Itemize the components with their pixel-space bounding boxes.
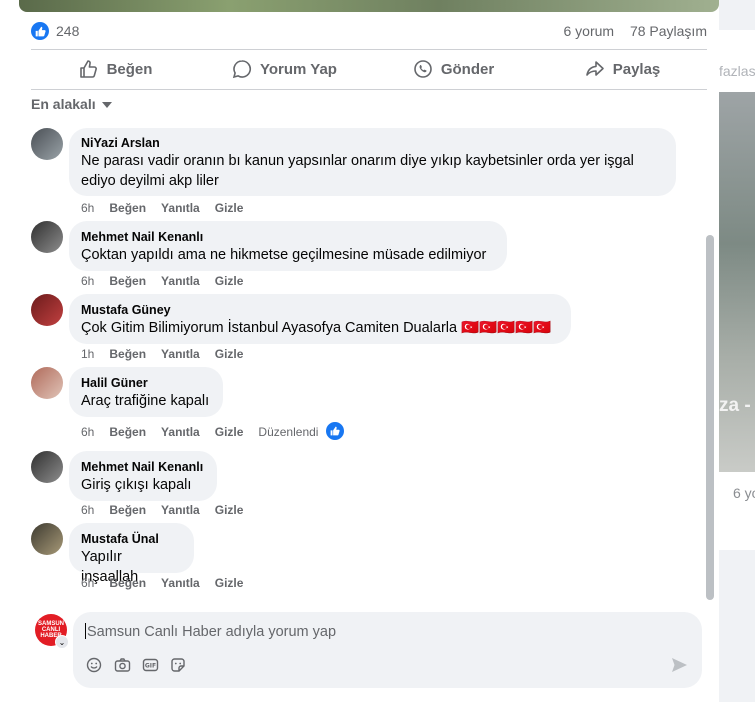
comment-sort-label: En alakalı bbox=[31, 96, 96, 112]
comment-placeholder-text: Samsun Canlı Haber adıyla yorum yap bbox=[87, 624, 337, 640]
post-image-bottom-edge bbox=[19, 0, 719, 12]
comment-like-link[interactable]: Beğen bbox=[109, 576, 146, 590]
comment-time[interactable]: 6h bbox=[81, 576, 94, 590]
comment-edited-label[interactable]: Düzenlendi bbox=[258, 425, 318, 439]
like-reaction-icon[interactable] bbox=[31, 22, 49, 40]
comment-hide-link[interactable]: Gizle bbox=[215, 503, 244, 517]
comment-hide-link[interactable]: Gizle bbox=[215, 347, 244, 361]
background-more-text: fazlas bbox=[719, 63, 755, 79]
share-icon bbox=[585, 61, 604, 76]
chevron-down-icon[interactable]: ⌄ bbox=[55, 635, 69, 649]
thumbs-up-icon bbox=[79, 60, 97, 78]
comment-meta: 1h Beğen Yanıtla Gizle bbox=[81, 347, 258, 361]
comment-text-line: Çok Gitim Bilimiyorum İstanbul Ayasofya … bbox=[81, 320, 552, 336]
comment-like-link[interactable]: Beğen bbox=[109, 503, 146, 517]
comment-like-link[interactable]: Beğen bbox=[109, 425, 146, 439]
comment-reply-link[interactable]: Yanıtla bbox=[161, 201, 200, 215]
comment-count-link[interactable]: 6 yorum bbox=[563, 23, 614, 39]
comment-text-line: Ne parası vadir oranın bı kanun yapsınla… bbox=[81, 153, 634, 169]
comment-hide-link[interactable]: Gizle bbox=[215, 425, 244, 439]
like-button[interactable]: Beğen bbox=[31, 50, 200, 88]
comment-reply-link[interactable]: Yanıtla bbox=[161, 503, 200, 517]
text-cursor bbox=[85, 623, 86, 639]
gif-icon[interactable]: GIF bbox=[141, 656, 159, 674]
comment-input-placeholder: Samsun Canlı Haber adıyla yorum yap bbox=[85, 623, 336, 640]
comment-bubble: Mustafa Güney Çok Gitim Bilimiyorum İsta… bbox=[69, 294, 571, 344]
comment-input[interactable]: Samsun Canlı Haber adıyla yorum yap GIF bbox=[73, 612, 702, 688]
comment-like-link[interactable]: Beğen bbox=[109, 274, 146, 288]
comment-text-line: ediyo deyilmi akp liler bbox=[81, 173, 219, 189]
send-button-label: Gönder bbox=[440, 60, 495, 78]
avatar[interactable] bbox=[31, 367, 63, 399]
like-button-label: Beğen bbox=[106, 60, 153, 78]
comment-reply-link[interactable]: Yanıtla bbox=[161, 576, 200, 590]
comment-reply-link[interactable]: Yanıtla bbox=[161, 347, 200, 361]
comment-button-label: Yorum Yap bbox=[260, 60, 337, 78]
comment-text-line: Çoktan yapıldı ama ne hikmetse geçilmesi… bbox=[81, 247, 487, 263]
comment-hide-link[interactable]: Gizle bbox=[215, 576, 244, 590]
post-panel: 248 6 yorum 78 Paylaşım Beğen Yorum Yap … bbox=[19, 0, 719, 702]
actions-divider bbox=[31, 89, 707, 90]
comment-text-line: Giriş çıkışı kapalı bbox=[81, 477, 192, 493]
comments-scrollbar[interactable] bbox=[706, 235, 714, 600]
comment-meta: 6h Beğen Yanıtla Gizle bbox=[81, 576, 258, 590]
comment-bubble: Mustafa Ünal Yapılır inşaallah bbox=[69, 523, 194, 585]
comment-bubble: NiYazi Arslan Ne parası vadir oranın bı … bbox=[69, 128, 676, 196]
svg-text:GIF: GIF bbox=[144, 663, 155, 670]
comment-reply-link[interactable]: Yanıtla bbox=[161, 274, 200, 288]
send-comment-icon[interactable] bbox=[670, 656, 688, 674]
camera-icon[interactable] bbox=[113, 656, 131, 674]
share-button[interactable]: Paylaş bbox=[538, 50, 707, 88]
whatsapp-icon bbox=[414, 60, 432, 78]
comment-bubble: Mehmet Nail Kenanlı Giriş çıkışı kapalı bbox=[69, 451, 217, 501]
comment-author[interactable]: Mehmet Nail Kenanlı bbox=[81, 459, 205, 475]
comment-author[interactable]: Mustafa Ünal bbox=[81, 531, 182, 547]
comment-meta: 6h Beğen Yanıtla Gizle bbox=[81, 503, 258, 517]
comment-hide-link[interactable]: Gizle bbox=[215, 201, 244, 215]
comment-meta: 6h Beğen Yanıtla Gizle Düzenlendi bbox=[81, 425, 333, 439]
comment-author[interactable]: Mustafa Güney bbox=[81, 302, 559, 318]
like-reaction-icon[interactable] bbox=[325, 421, 345, 441]
comment-bubble: Mehmet Nail Kenanlı Çoktan yapıldı ama n… bbox=[69, 221, 507, 271]
comment-hide-link[interactable]: Gizle bbox=[215, 274, 244, 288]
comment-author[interactable]: Halil Güner bbox=[81, 375, 211, 391]
left-background-strip bbox=[0, 0, 19, 702]
right-background-feed: fazlas za - 6 yo bbox=[719, 0, 755, 702]
background-photo-caption: za - bbox=[719, 395, 751, 416]
comment-icon bbox=[232, 60, 251, 79]
comment-button[interactable]: Yorum Yap bbox=[200, 50, 369, 88]
comment-time[interactable]: 6h bbox=[81, 425, 94, 439]
post-stats-bar: 248 6 yorum 78 Paylaşım bbox=[31, 22, 707, 42]
like-count[interactable]: 248 bbox=[56, 23, 79, 39]
comment-time[interactable]: 6h bbox=[81, 274, 94, 288]
post-actions-bar: Beğen Yorum Yap Gönder Paylaş bbox=[31, 50, 707, 88]
comment-text-line: Araç trafiğine kapalı bbox=[81, 393, 210, 409]
avatar[interactable] bbox=[31, 523, 63, 555]
comment-reply-link[interactable]: Yanıtla bbox=[161, 425, 200, 439]
comment-time[interactable]: 6h bbox=[81, 201, 94, 215]
comment-sort-dropdown[interactable]: En alakalı bbox=[31, 96, 112, 112]
comment-meta: 6h Beğen Yanıtla Gizle bbox=[81, 274, 258, 288]
comment-meta: 6h Beğen Yanıtla Gizle bbox=[81, 201, 258, 215]
sticker-icon[interactable] bbox=[169, 656, 187, 674]
comment-like-link[interactable]: Beğen bbox=[109, 201, 146, 215]
caret-down-icon bbox=[101, 102, 112, 108]
emoji-icon[interactable] bbox=[85, 656, 103, 674]
share-button-label: Paylaş bbox=[612, 60, 661, 78]
comment-time[interactable]: 6h bbox=[81, 503, 94, 517]
comment-author[interactable]: Mehmet Nail Kenanlı bbox=[81, 229, 495, 245]
comment-like-link[interactable]: Beğen bbox=[109, 347, 146, 361]
comment-composer: SAMSUN CANLI HABER ⌄ Samsun Canlı Haber … bbox=[31, 612, 707, 692]
composer-tools: GIF bbox=[85, 656, 187, 674]
comment-time[interactable]: 1h bbox=[81, 347, 94, 361]
avatar[interactable] bbox=[31, 221, 63, 253]
send-whatsapp-button[interactable]: Gönder bbox=[369, 50, 538, 88]
comment-author[interactable]: NiYazi Arslan bbox=[81, 135, 664, 151]
avatar[interactable] bbox=[31, 294, 63, 326]
background-comment-count: 6 yo bbox=[733, 485, 755, 501]
avatar[interactable] bbox=[31, 451, 63, 483]
avatar[interactable] bbox=[31, 128, 63, 160]
share-count-link[interactable]: 78 Paylaşım bbox=[630, 23, 707, 39]
comment-bubble: Halil Güner Araç trafiğine kapalı bbox=[69, 367, 223, 417]
